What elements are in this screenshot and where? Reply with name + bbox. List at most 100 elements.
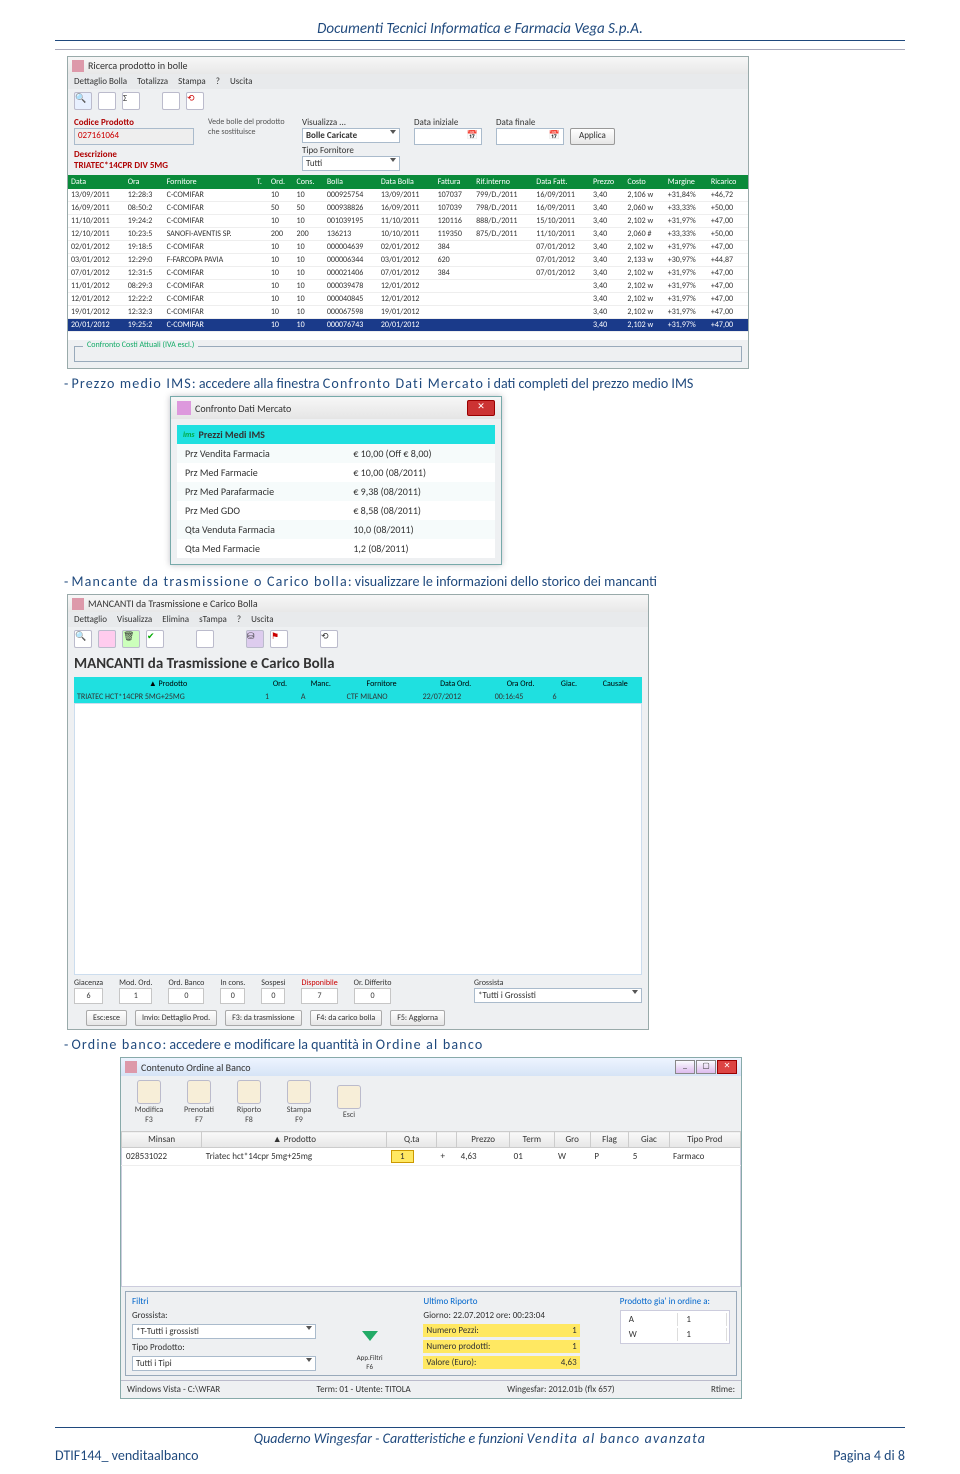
ordine-wintitle: Contenuto Ordine al Banco — [141, 1061, 251, 1074]
datafinale-label: Data finale — [496, 117, 615, 128]
codice-input[interactable]: 027161064 — [74, 128, 194, 145]
print-icon[interactable] — [162, 92, 180, 110]
grossista-label: Grossista: — [132, 1310, 316, 1321]
descrizione-value: TRIATEC*14CPR DIV 5MG — [74, 160, 194, 171]
minimize-button[interactable]: _ — [675, 1060, 695, 1074]
tipofornitore-label: Tipo Fornitore — [302, 145, 400, 156]
confronto-dialog: Confronto Dati Mercato ✕ ims Prezzi Medi… — [170, 396, 502, 565]
menu-item[interactable]: Elimina — [162, 614, 189, 625]
mancanti-grid[interactable]: ▲ ProdottoOrd.Manc.FornitoreData Ord.Ora… — [74, 677, 642, 703]
menu-item[interactable]: Dettaglio — [74, 614, 107, 625]
datainiziale-input[interactable]: 📅 — [414, 128, 482, 145]
ordine-filters: Filtri Grossista: *T-Tutti i grossisti T… — [125, 1291, 737, 1376]
grossista-label: Grossista — [474, 978, 503, 988]
confronto-table: Prz Vendita Farmacia€ 10,00 (Off € 8,00)… — [177, 444, 495, 558]
mancanti-status: Giacenza6Mod. Ord.1Ord. Banco0In cons.0S… — [68, 975, 648, 1007]
doc-header: Documenti Tecnici Informatica e Farmacia… — [55, 20, 905, 41]
toolbar-esci[interactable]: Esci — [327, 1085, 371, 1120]
grossista-select[interactable]: *T-Tutti i grossisti — [132, 1324, 316, 1339]
status-os: Windows Vista - C:\WFAR — [127, 1384, 220, 1395]
db-icon[interactable]: ⛁ — [246, 630, 264, 648]
grossista-select[interactable]: *Tutti i Grossisti — [474, 988, 642, 1003]
mancanti-window: MANCANTI da Trasmissione e Carico Bolla … — [67, 594, 649, 1030]
ordine-grid[interactable]: Minsan▲ ProdottoQ.taPrezzoTermGroFlagGia… — [121, 1131, 741, 1166]
menu-item[interactable]: ? — [237, 614, 241, 625]
funnel-icon[interactable] — [359, 1328, 381, 1350]
menu-help[interactable]: ? — [216, 76, 220, 87]
gia-table: A1W1 — [620, 1310, 730, 1344]
exit-icon[interactable]: ⟲ — [320, 630, 338, 648]
app-icon — [177, 401, 191, 415]
menu-stampa[interactable]: Stampa — [178, 76, 206, 87]
numero-prodotti-row: Numero prodotti:1 — [423, 1340, 579, 1353]
search-icon[interactable]: 🔍 — [74, 92, 92, 110]
close-button[interactable]: ✕ — [717, 1060, 737, 1074]
sum-icon[interactable]: Σ — [122, 92, 140, 110]
toolbar-riporto[interactable]: RiportoF8 — [227, 1080, 271, 1125]
status-term: Term: 01 - Utente: TITOLA — [317, 1384, 411, 1395]
app-icon — [72, 598, 84, 610]
status-ver: Wingesfar: 2012.01b (flx 657) — [507, 1384, 615, 1395]
header-rule — [55, 49, 905, 50]
menu-uscita[interactable]: Uscita — [230, 76, 252, 87]
maximize-button[interactable]: ▢ — [696, 1060, 716, 1074]
ricerca-title: Ricerca prodotto in bolle — [88, 59, 188, 72]
footer-docid: DTIF144_ venditaalbanco — [55, 1447, 199, 1464]
descrizione-label: Descrizione — [74, 149, 194, 160]
menu-totalizza[interactable]: Totalizza — [137, 76, 168, 87]
toolbar-prenotati[interactable]: PrenotatiF7 — [177, 1080, 221, 1125]
window-controls[interactable]: _▢✕ — [675, 1060, 737, 1074]
flag-icon[interactable]: ⚑ — [270, 630, 288, 648]
prezzi-medi-band: ims Prezzi Medi IMS — [177, 425, 495, 444]
valore-euro-row: Valore (Euro):4,63 — [423, 1356, 579, 1369]
app-icon — [125, 1061, 137, 1073]
footer-meta: DTIF144_ venditaalbanco Pagina 4 di 8 — [55, 1447, 905, 1464]
ultimo-legend: Ultimo Riporto — [423, 1296, 579, 1307]
confronto-title: Confronto Dati Mercato — [195, 402, 291, 415]
close-button[interactable]: ✕ — [467, 400, 495, 416]
ricerca-toolbar: 🔍 Σ ⟲ — [68, 89, 748, 113]
f5-button[interactable]: F5: Aggiorna — [390, 1010, 445, 1026]
datafinale-input[interactable]: 📅 — [496, 128, 564, 145]
menu-item[interactable]: Uscita — [251, 614, 273, 625]
ricerca-menubar[interactable]: Dettaglio Bolla Totalizza Stampa ? Uscit… — [68, 74, 748, 89]
ultimo-text: Giorno: 22.07.2012 ore: 00:23:04 — [423, 1310, 579, 1321]
check-icon[interactable]: ✔ — [146, 630, 164, 648]
f4-button[interactable]: F4: da carico bolla — [310, 1010, 383, 1026]
mancanti-body — [74, 703, 642, 975]
mancanti-wintitle: MANCANTI da Trasmissione e Carico Bolla — [88, 597, 258, 610]
exit-icon[interactable]: ⟲ — [186, 92, 204, 110]
tipofornitore-select[interactable]: Tutti — [302, 156, 400, 171]
print-icon[interactable] — [196, 630, 214, 648]
book-icon[interactable] — [98, 630, 116, 648]
trash-icon[interactable]: 🗑 — [122, 630, 140, 648]
refresh-icon[interactable] — [98, 92, 116, 110]
note-text: Vede bolle del prodotto che sostituisce — [208, 117, 288, 137]
status-rtime: Rtime: — [711, 1384, 735, 1395]
menu-dettaglio[interactable]: Dettaglio Bolla — [74, 76, 127, 87]
mancanti-heading: MANCANTI da Trasmissione e Carico Bolla — [68, 651, 648, 677]
search-icon[interactable]: 🔍 — [74, 630, 92, 648]
invio-button[interactable]: Invio: Dettaglio Prod. — [135, 1010, 217, 1026]
mancanti-menubar[interactable]: Dettaglio Visualizza Elimina sTampa ? Us… — [68, 612, 648, 627]
esc-button[interactable]: Esc:esce — [86, 1010, 127, 1026]
f3-button[interactable]: F3: da trasmissione — [225, 1010, 302, 1026]
gia-in-ordine-legend: Prodotto gia' in ordine a: — [620, 1296, 730, 1307]
visualizza-label: Visualizza ... — [302, 117, 400, 128]
ricerca-window: Ricerca prodotto in bolle Dettaglio Boll… — [67, 56, 749, 369]
ricerca-grid[interactable]: DataOraFornitoreT.Ord.Cons.BollaData Bol… — [68, 175, 748, 332]
toolbar-modifica[interactable]: ModificaF3 — [127, 1080, 171, 1125]
ordine-window: Contenuto Ordine al Banco _▢✕ ModificaF3… — [120, 1057, 742, 1399]
tipo-select[interactable]: Tutti i Tipi — [132, 1356, 316, 1371]
tipo-label: Tipo Prodotto: — [132, 1342, 316, 1353]
visualizza-select[interactable]: Bolle Caricate — [302, 128, 400, 143]
para-prezzo-medio: - Prezzo medio IMS: accedere alla finest… — [77, 375, 893, 392]
applica-button[interactable]: Applica — [570, 128, 615, 145]
mancanti-toolbar: 🔍 🗑 ✔ ⛁ ⚑ ⟲ — [68, 627, 648, 651]
datainiziale-label: Data iniziale — [414, 117, 482, 128]
numero-pezzi-row: Numero Pezzi:1 — [423, 1324, 579, 1337]
confronto-costi-box: Confronto Costi Attuali (IVA escl.) — [74, 346, 742, 362]
menu-item[interactable]: sTampa — [199, 614, 227, 625]
menu-item[interactable]: Visualizza — [117, 614, 152, 625]
toolbar-stampa[interactable]: StampaF9 — [277, 1080, 321, 1125]
